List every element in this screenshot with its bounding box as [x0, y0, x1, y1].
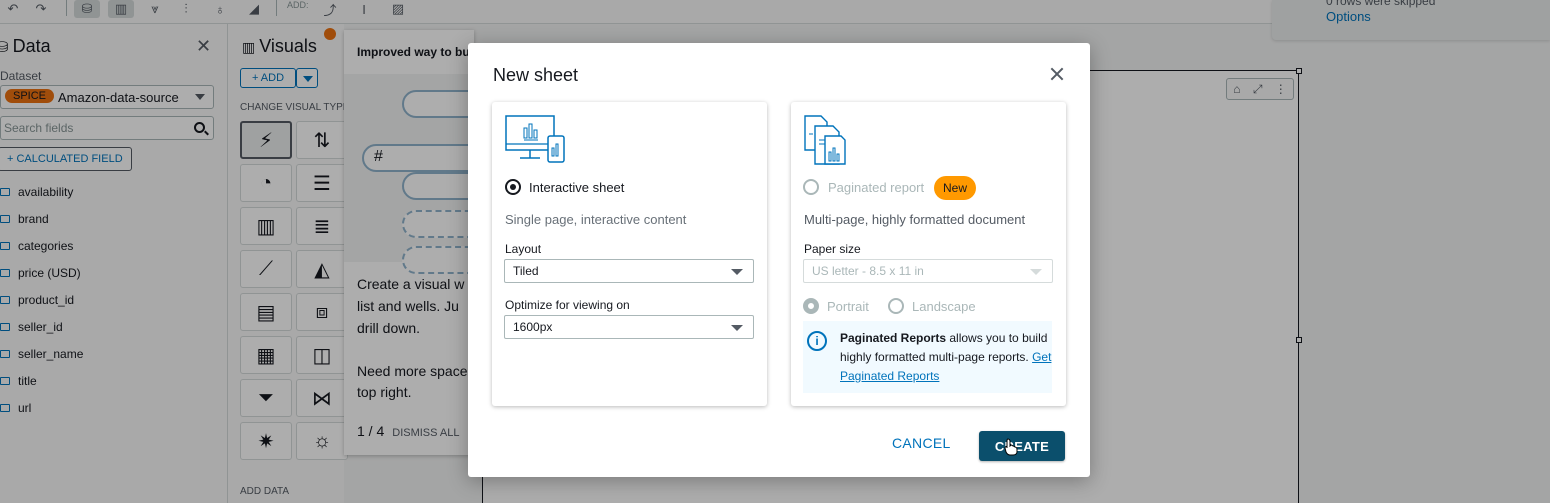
- optimize-value: 1600px: [513, 320, 553, 334]
- chevron-down-icon: [1030, 269, 1042, 275]
- interactive-sheet-label: Interactive sheet: [529, 180, 625, 195]
- info-icon: i: [807, 331, 827, 351]
- paginated-report-icon: [804, 115, 846, 165]
- portrait-label: Portrait: [827, 299, 869, 314]
- interactive-sheet-description: Single page, interactive content: [505, 212, 687, 227]
- paginated-report-description: Multi-page, highly formatted document: [804, 212, 1026, 227]
- paginated-report-label: Paginated report: [828, 180, 925, 195]
- paper-size-value: US letter - 8.5 x 11 in: [812, 264, 924, 278]
- interactive-sheet-card[interactable]: Interactive sheet Single page, interacti…: [492, 102, 767, 406]
- dialog-title: New sheet: [493, 65, 579, 85]
- info-bold: Paginated Reports: [840, 331, 947, 345]
- info-alert: i Paginated Reports allows you to build …: [803, 321, 1052, 393]
- create-button[interactable]: CREATE: [979, 431, 1065, 461]
- new-sheet-dialog: New sheet Interactive sheet Single page,…: [468, 43, 1090, 477]
- paper-size-select[interactable]: US letter - 8.5 x 11 in: [803, 259, 1053, 283]
- chevron-down-icon: [731, 325, 743, 331]
- cancel-button[interactable]: CANCEL: [892, 435, 951, 451]
- chevron-down-icon: [731, 269, 743, 275]
- new-badge: New: [934, 176, 977, 200]
- landscape-radio[interactable]: [888, 298, 904, 314]
- hand-cursor-icon: [1004, 438, 1018, 456]
- paper-size-label: Paper size: [804, 242, 861, 256]
- optimize-label: Optimize for viewing on: [505, 298, 630, 312]
- interactive-dashboard-icon: [505, 115, 565, 163]
- info-text: Paginated Reports allows you to build hi…: [840, 329, 1052, 386]
- paginated-report-radio[interactable]: [803, 179, 819, 195]
- landscape-label: Landscape: [912, 299, 976, 314]
- close-icon[interactable]: [1048, 65, 1066, 83]
- portrait-radio[interactable]: [803, 298, 819, 314]
- layout-select[interactable]: Tiled: [504, 259, 754, 283]
- layout-label: Layout: [505, 242, 542, 256]
- optimize-select[interactable]: 1600px: [504, 315, 754, 339]
- interactive-sheet-radio[interactable]: [505, 179, 521, 195]
- layout-value: Tiled: [513, 264, 539, 278]
- paginated-report-card[interactable]: Paginated report New Multi-page, highly …: [791, 102, 1066, 406]
